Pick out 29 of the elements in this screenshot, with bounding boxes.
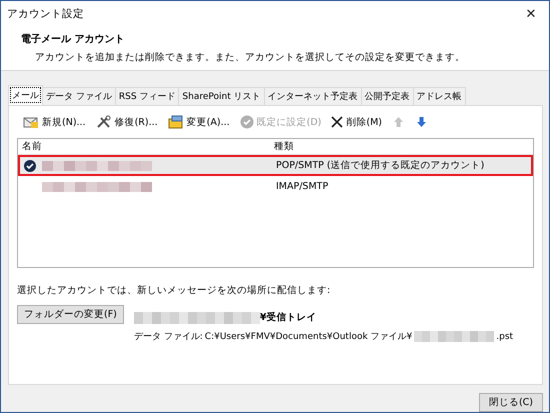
toolbar-button[interactable]: 削除(M) [329, 116, 384, 128]
close-dialog-button[interactable]: 閉じる(C) [479, 393, 543, 412]
tab[interactable]: アドレス帳 [412, 87, 466, 105]
data-file-extension: .pst [496, 332, 514, 342]
folder-name: ¥受信トレイ [260, 311, 317, 324]
account-row[interactable]: POP/SMTP (送信で使用する既定のアカウント) [18, 155, 533, 176]
envelope-icon [23, 115, 39, 129]
check-circle-icon [240, 115, 254, 129]
up-arrow-icon [394, 117, 403, 127]
data-file-label: データ ファイル: [134, 331, 203, 343]
data-file-path: C:¥Users¥FMV¥Documents¥Outlook ファイル¥ [204, 331, 412, 343]
close-button[interactable]: ✕ [513, 1, 549, 26]
delivery-label: 選択したアカウントでは、新しいメッセージを次の場所に配信します: [17, 284, 332, 297]
column-header: 種類 [274, 140, 294, 153]
column-header: 名前 [22, 140, 43, 153]
table-cell: POP/SMTP (送信で使用する既定のアカウント) [276, 159, 484, 172]
toolbar-button[interactable]: 変更(A)... [166, 115, 232, 129]
toolbar-button[interactable]: 新規(N)... [21, 115, 88, 129]
window-title: アカウント設定 [7, 6, 84, 20]
table-cell: IMAP/SMTP [276, 181, 328, 192]
tools-icon [96, 115, 112, 129]
change-folder-button[interactable]: フォルダーの変更(F) [17, 305, 124, 324]
tab[interactable]: メール [8, 85, 43, 105]
delete-icon [331, 116, 344, 128]
toolbar-button[interactable]: 修復(R)... [94, 115, 160, 129]
down-arrow-icon [417, 117, 426, 127]
account-row[interactable]: IMAP/SMTP [18, 176, 533, 197]
section-description: アカウントを追加または削除できます。また、アカウントを選択してその設定を変更できます。 [34, 51, 466, 64]
section-title: 電子メール アカウント [21, 32, 126, 46]
